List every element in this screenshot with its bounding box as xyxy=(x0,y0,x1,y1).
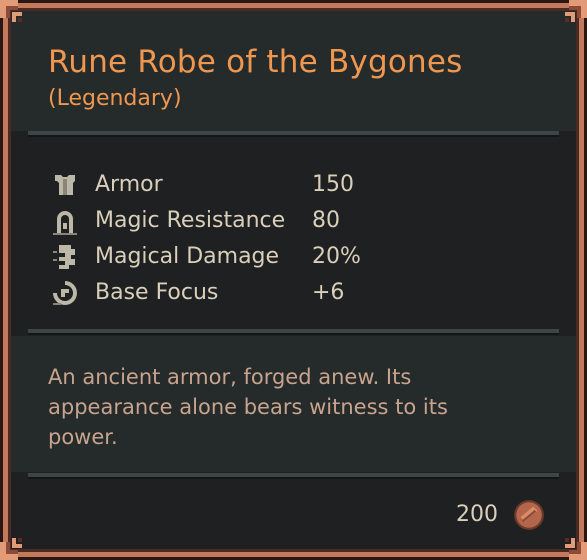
corner-ornament-icon xyxy=(0,0,22,22)
corner-ornament-icon xyxy=(565,538,587,560)
corner-ornament-icon xyxy=(0,538,22,560)
frame-inner xyxy=(8,8,579,552)
corner-ornament-icon xyxy=(565,0,587,22)
item-tooltip: Rune Robe of the Bygones (Legendary) Arm… xyxy=(0,0,587,560)
